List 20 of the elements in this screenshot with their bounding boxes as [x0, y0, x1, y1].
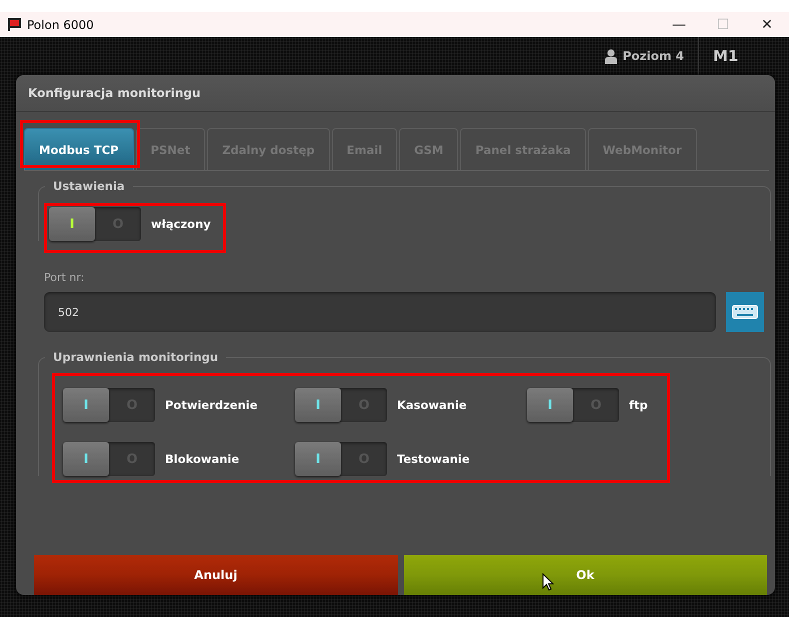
- close-button[interactable]: ✕: [745, 16, 789, 32]
- dialog-title: Konfiguracja monitoringu: [16, 75, 775, 112]
- minimize-button[interactable]: —: [657, 16, 701, 32]
- section-legend: Uprawnienia monitoringu: [45, 350, 226, 364]
- maximize-button[interactable]: ☐: [701, 16, 745, 32]
- toggle-label: włączony: [151, 217, 211, 231]
- access-level: Poziom 4: [622, 49, 684, 63]
- toggle-label: Testowanie: [397, 452, 470, 466]
- panel-id: M1: [712, 47, 740, 65]
- window-title: Polon 6000: [27, 18, 95, 32]
- ok-button[interactable]: Ok: [404, 555, 767, 595]
- toggle-label: Kasowanie: [397, 398, 467, 412]
- port-field[interactable]: 502: [44, 292, 716, 332]
- toggle-label: Blokowanie: [165, 452, 240, 466]
- toggle-label: Potwierdzenie: [165, 398, 258, 412]
- tab[interactable]: Modbus TCP: [24, 128, 134, 170]
- section-legend: Ustawienia: [45, 179, 133, 193]
- toggle-label: ftp: [629, 398, 648, 412]
- field-label: Port nr:: [44, 271, 86, 284]
- cancel-button[interactable]: Anuluj: [34, 555, 398, 595]
